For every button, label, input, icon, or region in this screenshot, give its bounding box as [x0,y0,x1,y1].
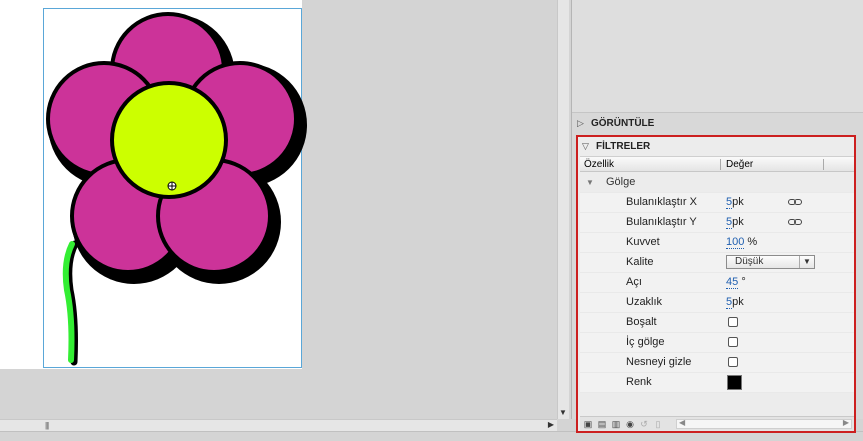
flower-artwork[interactable] [0,0,557,419]
quality-selected-value: Düşük [735,256,764,267]
angle-unit: ° [741,276,746,288]
filters-toolbar: ▣ ▤ ▥ ◉ ↺ ▯ ◀ ▶ [580,416,854,431]
scroll-down-arrow-icon[interactable]: ▼ [559,408,567,417]
stage-area[interactable] [0,0,557,419]
angle-label: Açı [626,276,642,288]
distance-label: Uzaklık [626,296,663,308]
filter-group-label: Gölge [606,176,636,188]
strength-value[interactable]: 100 [726,236,745,249]
enable-toggle-icon[interactable]: ◉ [625,419,635,429]
expanded-triangle-icon[interactable]: ▽ [582,137,596,155]
quality-label: Kalite [626,256,654,268]
filters-section-header[interactable]: ▽ FİLTRELER [578,137,854,155]
row-knockout[interactable]: Boşalt [580,313,854,333]
knockout-checkbox[interactable] [728,317,738,327]
blur-y-unit: pk [732,216,744,228]
link-icon[interactable] [788,199,802,205]
scroll-right-arrow-icon[interactable]: ▶ [548,420,554,429]
row-hide-object[interactable]: Nesneyi gizle [580,353,854,373]
angle-value[interactable]: 45 [726,276,739,289]
inner-shadow-checkbox[interactable] [728,337,738,347]
blur-y-label: Bulanıklaştır Y [626,216,697,228]
column-property[interactable]: Özellik [584,157,614,173]
row-blur-x[interactable]: Bulanıklaştır X 5pk [580,193,854,213]
row-blur-y[interactable]: Bulanıklaştır Y 5pk [580,213,854,233]
blur-x-label: Bulanıklaştır X [626,196,697,208]
scroll-right-arrow-icon[interactable]: ▶ [843,418,849,427]
filters-section: ▽ FİLTRELER Özellik Değer ▼ Gölge Bulanık… [576,135,856,433]
display-section-title: GÖRÜNTÜLE [591,118,655,129]
group-expand-icon[interactable]: ▼ [586,173,594,192]
inner-shadow-label: İç gölge [626,336,665,348]
link-icon[interactable] [788,219,802,225]
color-swatch[interactable] [727,375,742,390]
reset-icon[interactable]: ↺ [639,419,649,429]
hide-object-label: Nesneyi gizle [626,356,692,368]
filters-section-title: FİLTRELER [596,141,651,152]
strength-unit: % [747,236,758,248]
transform-point-icon[interactable] [167,181,177,191]
filters-column-header: Özellik Değer [580,156,854,172]
dropdown-arrow-icon[interactable]: ▼ [799,256,814,268]
panel-divider [572,112,863,113]
display-section-header[interactable]: ▷ GÖRÜNTÜLE [577,114,857,133]
row-inner-shadow[interactable]: İç gölge [580,333,854,353]
blur-x-unit: pk [732,196,744,208]
row-quality[interactable]: Kalite Düşük ▼ [580,253,854,273]
delete-filter-icon[interactable]: ▯ [653,419,663,429]
hide-object-checkbox[interactable] [728,357,738,367]
filter-group-drop-shadow[interactable]: ▼ Gölge [580,173,854,193]
row-angle[interactable]: Açı 45 ° [580,273,854,293]
row-color[interactable]: Renk [580,373,854,393]
scroll-grip-icon[interactable]: ||| [45,421,49,430]
column-separator[interactable] [720,159,721,170]
flower-center[interactable] [110,81,228,199]
column-separator[interactable] [823,159,824,170]
panel-empty-area [572,0,863,113]
collapsed-triangle-icon[interactable]: ▷ [577,114,591,133]
row-distance[interactable]: Uzaklık 5pk [580,293,854,313]
color-label: Renk [626,376,652,388]
presets-icon[interactable]: ▤ [597,419,607,429]
column-value[interactable]: Değer [726,157,753,173]
distance-unit: pk [732,296,744,308]
toolbar-horizontal-scrollbar[interactable]: ◀ ▶ [676,418,852,429]
scroll-left-arrow-icon[interactable]: ◀ [679,418,685,427]
stage-horizontal-scrollbar[interactable]: ||| ▶ [0,419,557,431]
strength-label: Kuvvet [626,236,660,248]
stage-vertical-scrollbar[interactable]: ▼ [557,0,569,419]
filter-property-list: ▼ Gölge Bulanıklaştır X 5pk Bulanıklaştı… [580,173,854,393]
add-filter-icon[interactable]: ▣ [583,419,593,429]
knockout-label: Boşalt [626,316,657,328]
quality-select[interactable]: Düşük ▼ [726,255,815,269]
row-strength[interactable]: Kuvvet 100 % [580,233,854,253]
clipboard-icon[interactable]: ▥ [611,419,621,429]
